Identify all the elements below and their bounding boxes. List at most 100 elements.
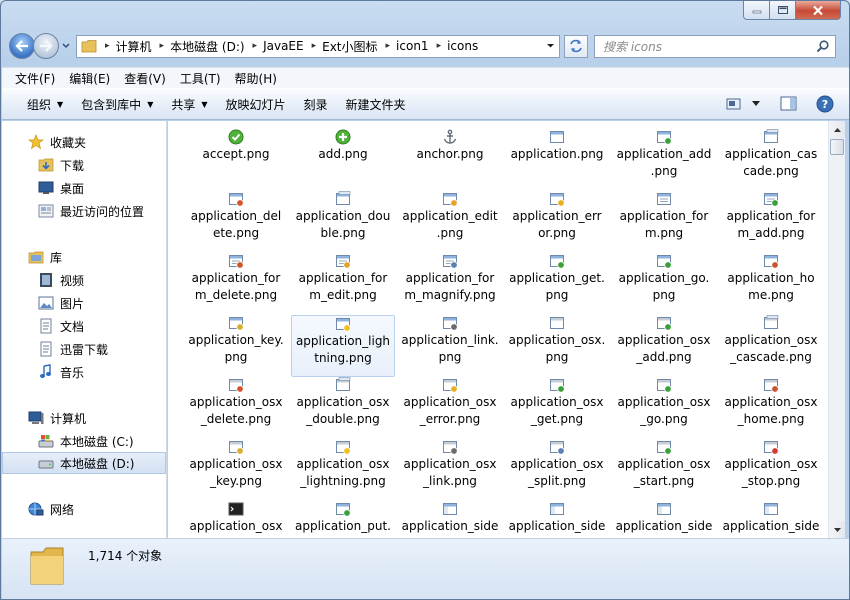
breadcrumb-separator-icon[interactable]: ▸ (386, 41, 391, 51)
file-item[interactable]: application_osx _stop.png (719, 439, 823, 501)
nav-recent-places[interactable]: 最近访问的位置 (2, 200, 166, 222)
file-item[interactable]: application_for m_add.png (719, 191, 823, 253)
nav-xunlei-downloads[interactable]: 迅雷下载 (2, 338, 166, 360)
file-item[interactable]: application_key. png (184, 315, 288, 377)
breadcrumb-separator-icon[interactable]: ▸ (253, 41, 258, 51)
file-item[interactable]: application_osx _go.png (612, 377, 716, 439)
file-name: application_osx _double.png (291, 394, 395, 428)
vertical-scrollbar[interactable] (828, 121, 845, 538)
file-item[interactable]: application_osx _start.png (612, 439, 716, 501)
forward-button[interactable] (33, 33, 59, 59)
breadcrumb-separator-icon[interactable]: ▸ (312, 41, 317, 51)
nav-pictures[interactable]: 图片 (2, 292, 166, 314)
menu-edit[interactable]: 编辑(E) (62, 70, 117, 87)
nav-favorites[interactable]: 收藏夹 (2, 131, 166, 153)
file-item[interactable]: application_cas cade.png (719, 129, 823, 191)
chevron-down-icon[interactable] (546, 41, 555, 50)
file-item[interactable]: application_for m_delete.png (184, 253, 288, 315)
breadcrumb-item[interactable]: JavaEE (263, 39, 304, 53)
file-item[interactable]: application_osx _lightning.png (291, 439, 395, 501)
file-item[interactable]: application_edit .png (398, 191, 502, 253)
burn-button[interactable]: 刻录 (295, 96, 337, 113)
breadcrumb-item[interactable]: 计算机 (116, 38, 152, 55)
menu-help[interactable]: 帮助(H) (228, 70, 284, 87)
chevron-down-icon[interactable] (752, 101, 760, 107)
nav-desktop[interactable]: 桌面 (2, 177, 166, 199)
menu-tools[interactable]: 工具(T) (173, 70, 228, 87)
file-item[interactable]: application_err or.png (505, 191, 609, 253)
minimize-button[interactable] (743, 1, 770, 20)
address-bar[interactable]: ▸ 计算机 ▸ 本地磁盘 (D:) ▸ JavaEE ▸ Ext小图标 ▸ icon1 ▸ icons (76, 34, 560, 58)
file-item[interactable]: anchor.png (398, 129, 502, 191)
scroll-down-button[interactable] (829, 521, 845, 538)
breadcrumb-separator-icon[interactable]: ▸ (105, 41, 110, 51)
maximize-button[interactable] (770, 1, 796, 20)
file-item[interactable]: application_go. png (612, 253, 716, 315)
nav-music[interactable]: 音乐 (2, 361, 166, 383)
nav-computer[interactable]: 计算机 (2, 407, 166, 429)
nav-videos[interactable]: 视频 (2, 269, 166, 291)
file-item[interactable]: application_osx _key.png (184, 439, 288, 501)
file-item[interactable]: application_osx _add.png (612, 315, 716, 377)
close-button[interactable] (796, 1, 841, 20)
breadcrumb-separator-icon[interactable]: ▸ (160, 41, 165, 51)
file-item[interactable]: application_link. png (398, 315, 502, 377)
file-item[interactable]: application_osx _cascade.png (719, 315, 823, 377)
organize-button[interactable]: 组织 ▼ (18, 96, 72, 113)
file-item[interactable]: application_osx _link.png (398, 439, 502, 501)
file-item[interactable]: application_side (505, 501, 609, 538)
share-label: 共享 (171, 97, 196, 112)
file-item[interactable]: application_get. png (505, 253, 609, 315)
file-item[interactable]: application_add .png (612, 129, 716, 191)
nav-drive-d[interactable]: 本地磁盘 (D:) (2, 452, 166, 474)
back-button[interactable] (9, 33, 35, 59)
file-item[interactable]: application_osx _home.png (719, 377, 823, 439)
file-item[interactable]: add.png (291, 129, 395, 191)
file-item[interactable]: application_for m_edit.png (291, 253, 395, 315)
nav-documents[interactable]: 文档 (2, 315, 166, 337)
file-item[interactable]: application_osx _delete.png (184, 377, 288, 439)
file-item[interactable]: application_put. (291, 501, 395, 538)
preview-pane-icon[interactable] (780, 96, 798, 112)
file-item[interactable]: application_dou ble.png (291, 191, 395, 253)
file-item[interactable]: application_ho me.png (719, 253, 823, 315)
breadcrumb-item[interactable]: Ext小图标 (322, 38, 377, 55)
breadcrumb-item[interactable]: icons (447, 39, 478, 53)
change-view-icon[interactable] (726, 97, 742, 111)
breadcrumb-separator-icon[interactable]: ▸ (437, 41, 442, 51)
file-item[interactable]: application_side (398, 501, 502, 538)
nav-downloads[interactable]: 下载 (2, 154, 166, 176)
menu-file[interactable]: 文件(F) (8, 70, 62, 87)
file-item[interactable]: application_ligh tning.png (291, 315, 395, 377)
file-item[interactable]: application_for m.png (612, 191, 716, 253)
search-box[interactable]: 搜索 icons (594, 34, 836, 58)
slideshow-button[interactable]: 放映幻灯片 (217, 96, 295, 113)
file-item[interactable]: application_osx _error.png (398, 377, 502, 439)
file-item[interactable]: accept.png (184, 129, 288, 191)
nav-drive-c[interactable]: 本地磁盘 (C:) (2, 430, 166, 452)
file-item[interactable]: application.png (505, 129, 609, 191)
file-item[interactable]: application_osx (184, 501, 288, 538)
scroll-up-button[interactable] (829, 121, 845, 138)
refresh-button[interactable] (564, 34, 588, 58)
file-item[interactable]: application_side (612, 501, 716, 538)
breadcrumb-item[interactable]: 本地磁盘 (D:) (170, 38, 244, 55)
file-item[interactable]: application_osx _get.png (505, 377, 609, 439)
file-item[interactable]: application_del ete.png (184, 191, 288, 253)
file-item[interactable]: application_side (719, 501, 823, 538)
scrollbar-thumb[interactable] (830, 139, 844, 155)
new-folder-button[interactable]: 新建文件夹 (337, 96, 415, 113)
menu-view[interactable]: 查看(V) (117, 70, 173, 87)
nav-network[interactable]: 网络 (2, 498, 166, 520)
breadcrumb-item[interactable]: icon1 (396, 39, 429, 53)
help-icon[interactable]: ? (816, 95, 834, 113)
file-item[interactable]: application_osx _split.png (505, 439, 609, 501)
recent-pages-dropdown[interactable] (60, 40, 72, 52)
include-library-button[interactable]: 包含到库中 ▼ (72, 96, 162, 113)
file-item[interactable]: application_osx. png (505, 315, 609, 377)
nav-libraries[interactable]: 库 (2, 246, 166, 268)
share-button[interactable]: 共享 ▼ (162, 96, 216, 113)
file-item[interactable]: application_osx _double.png (291, 377, 395, 439)
search-icon[interactable] (816, 39, 829, 53)
file-item[interactable]: application_for m_magnify.png (398, 253, 502, 315)
